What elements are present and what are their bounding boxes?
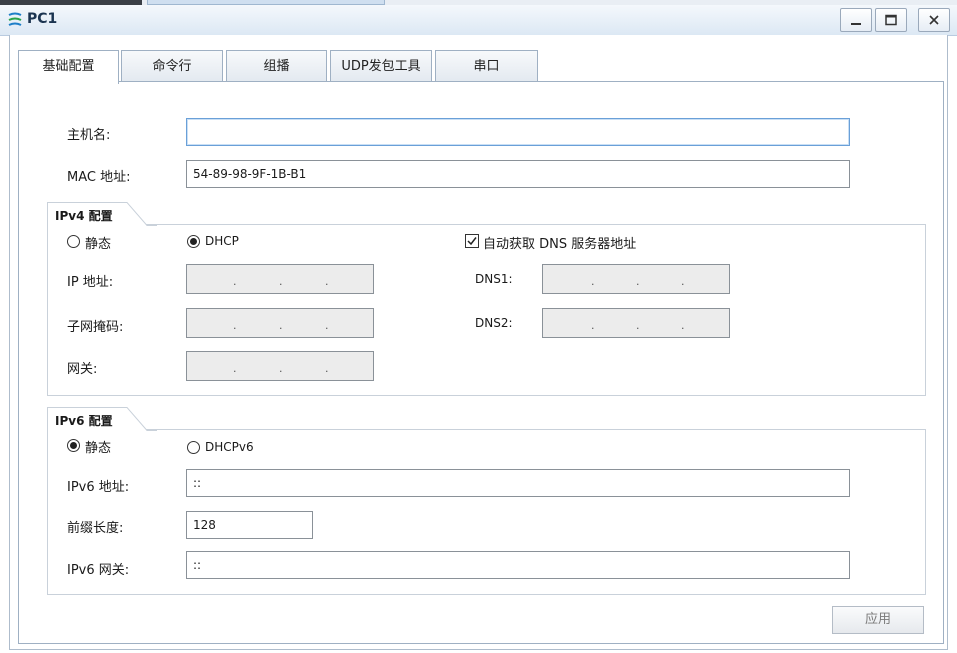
octet-separator: .	[325, 319, 329, 332]
hostname-label: 主机名:	[67, 128, 111, 143]
ipv6-dhcpv6-label: DHCPv6	[205, 440, 254, 454]
tab-label: 串口	[473, 59, 500, 74]
octet-separator: .	[279, 275, 283, 288]
dns2-field[interactable]: . . .	[542, 308, 730, 338]
auto-dns-checkbox[interactable]	[465, 234, 479, 248]
octet-separator: .	[325, 275, 329, 288]
gateway-field[interactable]: . . .	[186, 351, 374, 381]
prefix-length-label: 前缀长度:	[67, 521, 124, 536]
auto-dns-label: 自动获取 DNS 服务器地址	[483, 237, 637, 252]
checkmark-icon	[467, 237, 477, 246]
ipv6-gateway-label: IPv6 网关:	[67, 563, 130, 578]
octet-separator: .	[681, 319, 685, 332]
pc-app-icon	[8, 12, 22, 26]
close-icon	[929, 15, 939, 25]
ipv6-address-field[interactable]: ::	[186, 469, 850, 497]
octet-separator: .	[591, 319, 595, 332]
octet-separator: .	[325, 362, 329, 375]
mac-label: MAC 地址:	[67, 170, 131, 185]
ipv6-static-radio[interactable]	[67, 439, 80, 452]
tab-label: 组播	[263, 59, 290, 74]
minimize-button[interactable]	[840, 8, 872, 32]
apply-button[interactable]: 应用	[832, 606, 924, 634]
ipv6-gateway-field[interactable]: ::	[186, 551, 850, 579]
dns1-field[interactable]: . . .	[542, 264, 730, 294]
octet-separator: .	[636, 275, 640, 288]
octet-separator: .	[233, 275, 237, 288]
ipv6-static-label: 静态	[85, 441, 112, 456]
ipv4-static-radio[interactable]	[67, 235, 80, 248]
octet-separator: .	[279, 362, 283, 375]
ipv4-static-label: 静态	[85, 237, 112, 252]
octet-separator: .	[636, 319, 640, 332]
maximize-button[interactable]	[875, 8, 907, 32]
octet-separator: .	[233, 319, 237, 332]
ipv4-section-title: IPv4 配置	[55, 209, 113, 223]
tab-command-line[interactable]: 命令行	[121, 50, 223, 82]
title-bar[interactable]: PC1	[0, 5, 957, 36]
octet-separator: .	[279, 319, 283, 332]
ipv4-address-label: IP 地址:	[67, 275, 114, 290]
tab-label: UDP发包工具	[341, 59, 421, 74]
minimize-icon	[851, 23, 861, 25]
ipv6-dhcpv6-radio[interactable]	[187, 441, 200, 454]
ipv4-address-field[interactable]: . . .	[186, 264, 374, 294]
tab-serial-port[interactable]: 串口	[435, 50, 538, 82]
octet-separator: .	[233, 362, 237, 375]
subnet-mask-label: 子网掩码:	[67, 320, 124, 335]
ipv6-address-label: IPv6 地址:	[67, 480, 130, 495]
ipv4-dhcp-label: DHCP	[205, 234, 239, 248]
tab-udp-tool[interactable]: UDP发包工具	[330, 50, 432, 82]
tab-multicast[interactable]: 组播	[226, 50, 327, 82]
ipv6-section-title: IPv6 配置	[55, 414, 113, 428]
mac-address-field[interactable]: 54-89-98-9F-1B-B1	[186, 160, 850, 188]
octet-separator: .	[591, 275, 595, 288]
close-button[interactable]	[918, 8, 950, 32]
prefix-length-field[interactable]: 128	[186, 511, 313, 539]
tab-label: 基础配置	[42, 59, 95, 74]
ipv4-dhcp-radio[interactable]	[187, 235, 200, 248]
maximize-icon	[885, 14, 897, 26]
tab-basic-config[interactable]: 基础配置	[18, 50, 119, 84]
dns2-label: DNS2:	[475, 316, 513, 330]
octet-separator: .	[681, 275, 685, 288]
dns1-label: DNS1:	[475, 272, 513, 286]
tab-label: 命令行	[152, 59, 192, 74]
subnet-mask-field[interactable]: . . .	[186, 308, 374, 338]
window-title: PC1	[27, 11, 58, 27]
gateway-label: 网关:	[67, 362, 98, 377]
hostname-input[interactable]	[186, 118, 850, 146]
